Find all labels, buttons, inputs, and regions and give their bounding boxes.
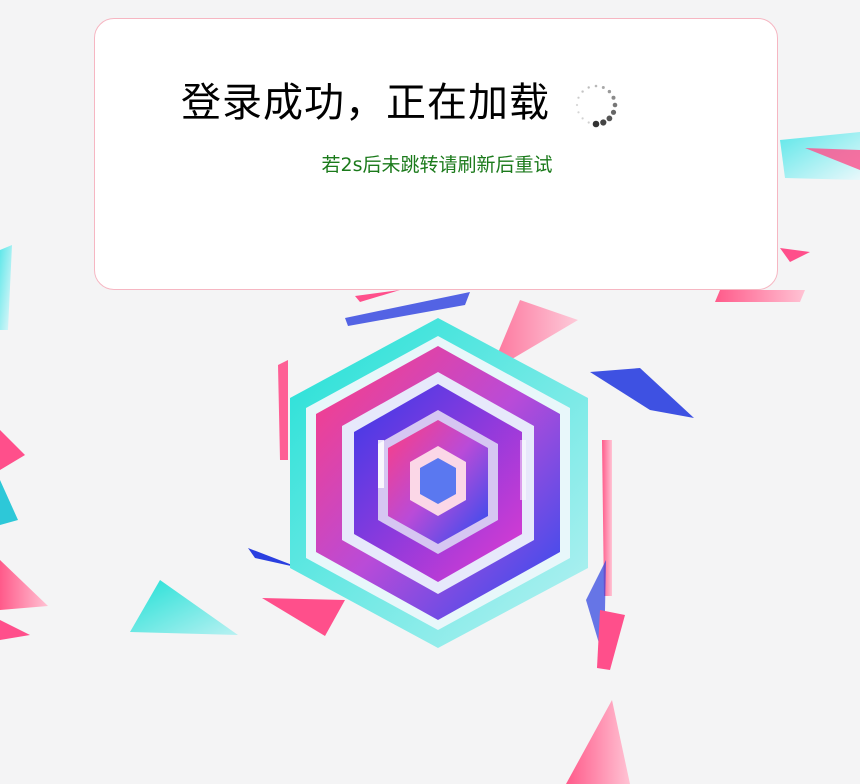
loading-spinner-icon (575, 84, 618, 128)
loading-title: 登录成功，正在加载 (181, 80, 550, 126)
shard (262, 598, 345, 636)
shard (566, 700, 630, 784)
shard (130, 580, 238, 635)
shard (0, 430, 25, 470)
highlight-bar (378, 440, 384, 488)
shard (0, 480, 18, 525)
highlight-bar (520, 440, 526, 500)
shard (0, 620, 30, 640)
shard (355, 290, 400, 302)
redirect-hint: 若2s后未跳转请刷新后重试 (321, 154, 553, 176)
shard (780, 248, 810, 262)
shard (0, 560, 48, 610)
shard (715, 290, 805, 302)
title-row: 登录成功，正在加载 (181, 75, 620, 131)
shard (590, 368, 694, 418)
shard (0, 245, 12, 330)
page: 登录成功，正在加载 若2s后未跳转请刷新后重试 (0, 0, 860, 784)
login-success-dialog: 登录成功，正在加载 若2s后未跳转请刷新后重试 (94, 18, 778, 290)
shard (597, 610, 625, 670)
shard (278, 360, 288, 460)
